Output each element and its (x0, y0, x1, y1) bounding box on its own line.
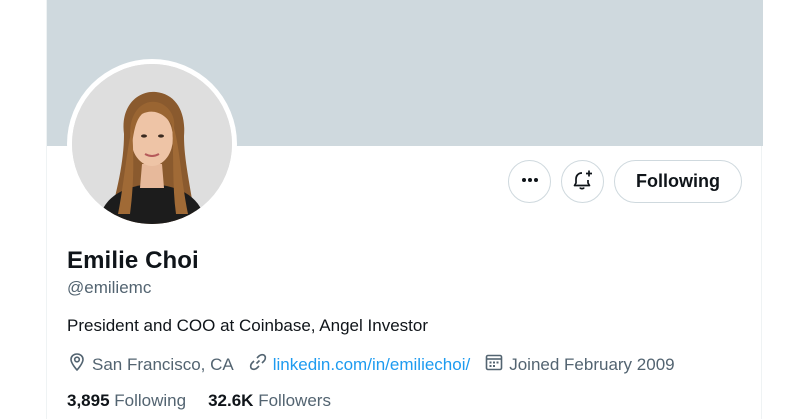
joined-text: Joined February 2009 (509, 354, 675, 374)
website-link[interactable]: linkedin.com/in/emiliechoi/ (273, 355, 470, 375)
profile-actions: Following (508, 160, 742, 203)
profile-name: Emilie Choi (67, 247, 199, 274)
following-label: Following (114, 391, 187, 410)
following-button[interactable]: Following (614, 160, 742, 203)
profile-meta: San Francisco, CA linkedin.com/in/emilie… (67, 352, 689, 377)
notifications-button[interactable] (561, 160, 605, 203)
profile-handle: @emiliemc (67, 278, 152, 297)
website-item: linkedin.com/in/emiliechoi/ (248, 352, 470, 377)
location-text: San Francisco, CA (92, 354, 234, 374)
bell-plus-icon (572, 169, 594, 194)
calendar-icon (484, 352, 509, 377)
profile-bio: President and COO at Coinbase, Angel Inv… (67, 316, 428, 335)
following-stat[interactable]: 3,895 Following (67, 391, 186, 411)
more-icon (520, 170, 540, 193)
followers-label: Followers (258, 391, 331, 410)
avatar[interactable] (67, 59, 237, 229)
avatar-photo (72, 64, 232, 224)
location-icon (67, 352, 92, 377)
followers-stat[interactable]: 32.6K Followers (208, 391, 331, 411)
profile-stats: 3,895 Following 32.6K Followers (67, 391, 353, 411)
followers-count: 32.6K (208, 391, 254, 410)
profile-column: Following Emilie Choi @emiliemc Presiden… (46, 0, 763, 419)
joined-item: Joined February 2009 (484, 352, 675, 377)
more-button[interactable] (508, 160, 552, 203)
location-item: San Francisco, CA (67, 352, 234, 377)
link-icon (248, 352, 273, 377)
following-count: 3,895 (67, 391, 110, 410)
